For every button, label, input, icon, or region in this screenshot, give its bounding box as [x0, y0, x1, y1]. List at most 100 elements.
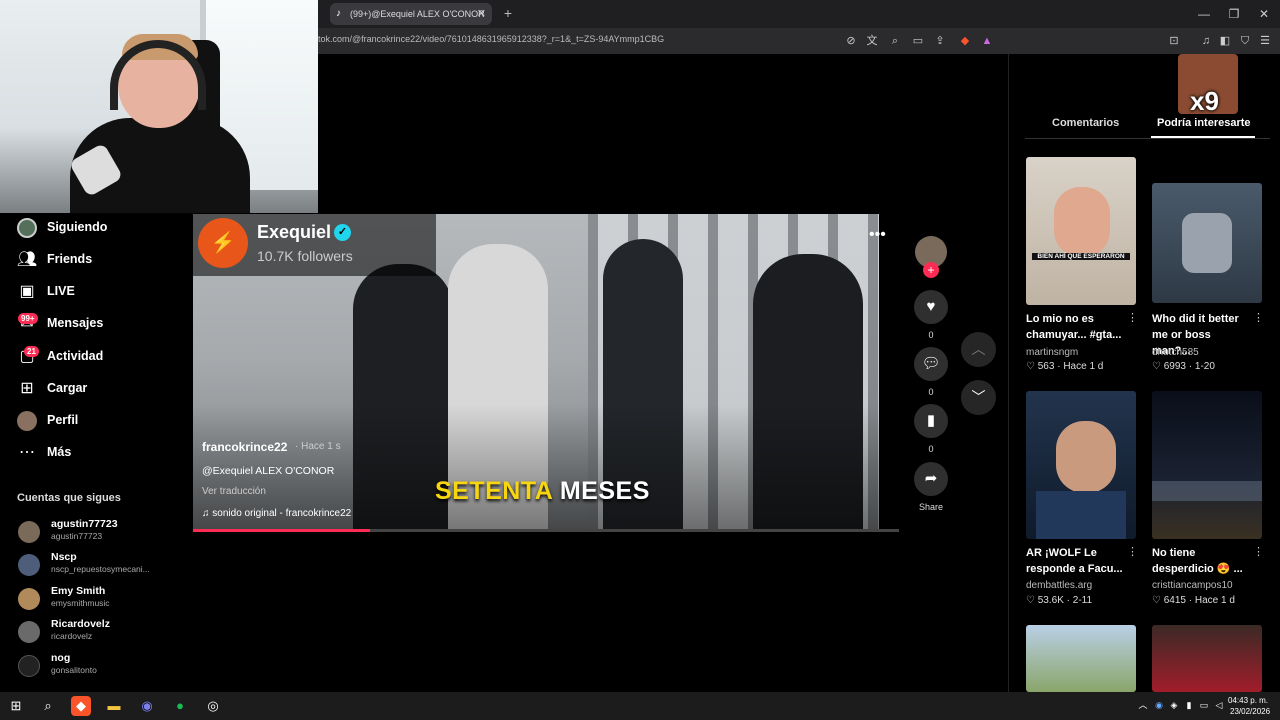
channel-name: Exequiel [257, 222, 332, 242]
account-handle: nscp_repuestosymecani... [51, 564, 150, 574]
more-options-icon[interactable]: ••• [869, 226, 886, 244]
video-thumbnail[interactable] [1152, 625, 1262, 692]
more-icon: ⋯ [19, 444, 35, 461]
brave-shield-icon[interactable]: ◆ [957, 33, 973, 49]
followed-account[interactable]: Nscp nscp_repuestosymecani... [18, 551, 178, 581]
card-more-icon[interactable]: ⋮ [1127, 545, 1138, 558]
clock-date[interactable]: 23/02/2026 [1230, 707, 1270, 716]
card-user[interactable]: dembattles.arg [1026, 580, 1092, 591]
card-time: Hace 1 d [1194, 595, 1235, 606]
heart-outline-icon: ♡ [1152, 361, 1161, 372]
card-more-icon[interactable]: ⋮ [1127, 311, 1138, 324]
card-user[interactable]: martinsngm [1026, 347, 1078, 358]
previous-video-button[interactable]: ︿ [961, 332, 996, 367]
followed-account[interactable]: nog gonsalitonto [18, 652, 178, 682]
followed-account[interactable]: Emy Smith emysmithmusic [18, 585, 178, 615]
nav-profile[interactable]: Perfil [16, 409, 186, 433]
card-meta: ♡ 53.6K · 2-11 [1026, 595, 1093, 606]
video-thumbnail[interactable] [1152, 183, 1262, 303]
spotify-icon[interactable]: ● [170, 696, 190, 716]
cast-icon[interactable]: ▭ [910, 33, 926, 49]
music-note-icon: ♫ [202, 508, 210, 519]
video-thumbnail[interactable] [1026, 391, 1136, 539]
heart-outline-icon: ♡ [1026, 361, 1035, 372]
sidebar-icon[interactable]: ⊡ [1166, 33, 1182, 49]
vpn-shield-icon[interactable]: ⛉ [1237, 33, 1253, 49]
panel-icon[interactable]: ◧ [1217, 33, 1233, 49]
volume-icon[interactable]: ◁ [1213, 699, 1225, 711]
media-icon[interactable]: ♫ [1198, 33, 1214, 49]
translate-link[interactable]: Ver traducción [202, 486, 266, 497]
account-handle: emysmithmusic [51, 598, 110, 608]
nav-live[interactable]: ▣ LIVE [16, 280, 186, 304]
follow-plus-icon[interactable]: + [923, 262, 939, 278]
window-close-icon[interactable]: ✕ [1254, 4, 1274, 24]
clock-time[interactable]: 04:43 p. m. [1228, 696, 1268, 705]
like-button[interactable]: ♥ [914, 290, 948, 324]
search-icon[interactable]: ⌕ [38, 696, 58, 716]
restore-icon[interactable]: ❐ [1224, 4, 1244, 24]
friends-icon: 👥︎ [16, 251, 38, 268]
nav-profile-label: Perfil [47, 413, 79, 427]
subtitle-word: SETENTA [435, 477, 553, 505]
video-thumbnail[interactable] [1026, 625, 1136, 692]
account-name: nog [51, 652, 71, 664]
video-time: · Hace 1 s [295, 441, 341, 452]
messages-badge: 99+ [18, 313, 38, 324]
tray-expand-icon[interactable]: ︿ [1137, 699, 1149, 711]
steam-tray-icon[interactable]: ◉ [1153, 699, 1165, 711]
tab-might-interest[interactable]: Podría interesarte [1157, 117, 1251, 129]
share-page-icon[interactable]: ⇪ [932, 33, 948, 49]
brave-browser-icon[interactable]: ◆ [71, 696, 91, 716]
video-thumbnail[interactable] [1152, 391, 1262, 539]
nav-friends[interactable]: 👥︎ Friends [16, 248, 186, 272]
next-video-button[interactable]: ﹀ [961, 380, 996, 415]
menu-icon[interactable]: ☰ [1257, 33, 1273, 49]
video-caption[interactable]: @Exequiel ALEX O'CONOR [202, 465, 334, 477]
save-button[interactable]: ▮ [914, 404, 948, 438]
translate-icon[interactable]: 文 [864, 33, 880, 49]
reaction-multiplier: x9 [1190, 86, 1219, 116]
sound-label: sonido original - francokrince22 [212, 508, 352, 519]
minimize-icon[interactable]: — [1194, 4, 1214, 24]
share-button[interactable]: ➦ [914, 462, 948, 496]
obs-icon[interactable]: ◎ [203, 696, 223, 716]
reader-off-icon[interactable]: ⊘ [843, 33, 859, 49]
card-more-icon[interactable]: ⋮ [1253, 311, 1264, 324]
nav-upload[interactable]: ⊞ Cargar [16, 377, 186, 401]
card-title[interactable]: Lo mio no es chamuyar... #gta... [1026, 311, 1126, 343]
network-icon[interactable]: ▭ [1198, 699, 1210, 711]
file-explorer-icon[interactable]: ▬ [104, 696, 124, 716]
card-title[interactable]: AR ¡WOLF Le responde a Facu... [1026, 545, 1126, 577]
webcam-overlay [0, 0, 318, 213]
browser-tab[interactable]: ♪ (99+)@Exequiel ALEX O'CONOR ✕ [330, 3, 492, 25]
tray-app-icon[interactable]: ◈ [1168, 699, 1180, 711]
tab-comments[interactable]: Comentarios [1052, 117, 1119, 129]
microphone-icon[interactable]: ▮ [1183, 699, 1195, 711]
nav-more[interactable]: ⋯ Más [16, 441, 186, 465]
close-icon[interactable]: ✕ [477, 3, 486, 25]
nav-messages[interactable]: ✉ 99+ Mensajes [16, 312, 186, 336]
followed-account[interactable]: agustin77723 agustin77723 [18, 518, 178, 548]
nav-activity[interactable]: ▢ 21 Actividad [16, 345, 186, 369]
subtitle-word: MESES [559, 477, 650, 505]
share-label: Share [918, 502, 944, 512]
url-text[interactable]: tok.com/@francokrince22/video/7610148631… [318, 34, 838, 48]
sound-link[interactable]: ♫ sonido original - francokrince22 [202, 508, 351, 519]
card-more-icon[interactable]: ⋮ [1253, 545, 1264, 558]
brave-rewards-icon[interactable]: ▲ [979, 33, 995, 49]
video-author[interactable]: francokrince22 [202, 440, 287, 454]
card-title[interactable]: No tiene desperdicio 😍 ... [1152, 545, 1252, 577]
discord-icon[interactable]: ◉ [137, 696, 157, 716]
nav-messages-label: Mensajes [47, 316, 104, 330]
nav-following[interactable]: Siguiendo [16, 216, 186, 240]
comment-button[interactable]: 💬︎ [914, 347, 948, 381]
video-thumbnail[interactable]: BIEN AHÍ QUE ESPERARON [1026, 157, 1136, 305]
new-tab-icon[interactable]: + [500, 5, 516, 21]
followed-account[interactable]: Ricardovelz ricardovelz [18, 618, 178, 648]
windows-start-icon[interactable]: ⊞ [6, 696, 26, 716]
card-user[interactable]: dhutch585 [1152, 347, 1199, 358]
card-user[interactable]: cristtiancampos10 [1152, 580, 1233, 591]
verified-icon: ✓ [334, 224, 351, 241]
zoom-icon[interactable]: ⌕ [887, 33, 903, 49]
